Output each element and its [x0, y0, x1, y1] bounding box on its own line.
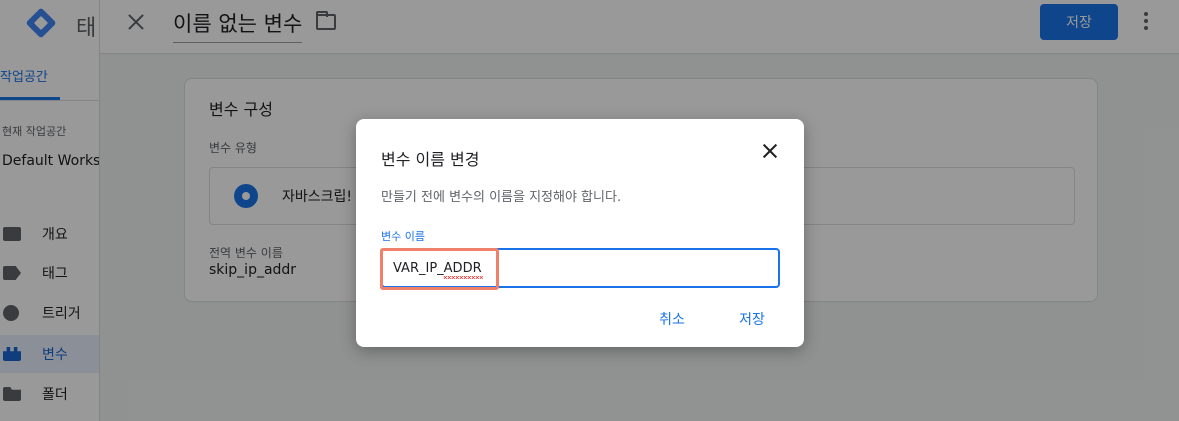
rename-variable-dialog: 변수 이름 변경 만들기 전에 변수의 이름을 지정해야 합니다. 변수 이름 … [356, 119, 804, 347]
cancel-button[interactable]: 취소 [642, 302, 702, 336]
dialog-description: 만들기 전에 변수의 이름을 지정해야 합니다. [381, 190, 622, 205]
variable-name-input[interactable] [381, 248, 780, 288]
save-button[interactable]: 저장 [722, 302, 782, 336]
close-icon[interactable] [758, 139, 782, 163]
dialog-title: 변수 이름 변경 [381, 150, 480, 169]
variable-name-field-label: 변수 이름 [381, 230, 425, 243]
